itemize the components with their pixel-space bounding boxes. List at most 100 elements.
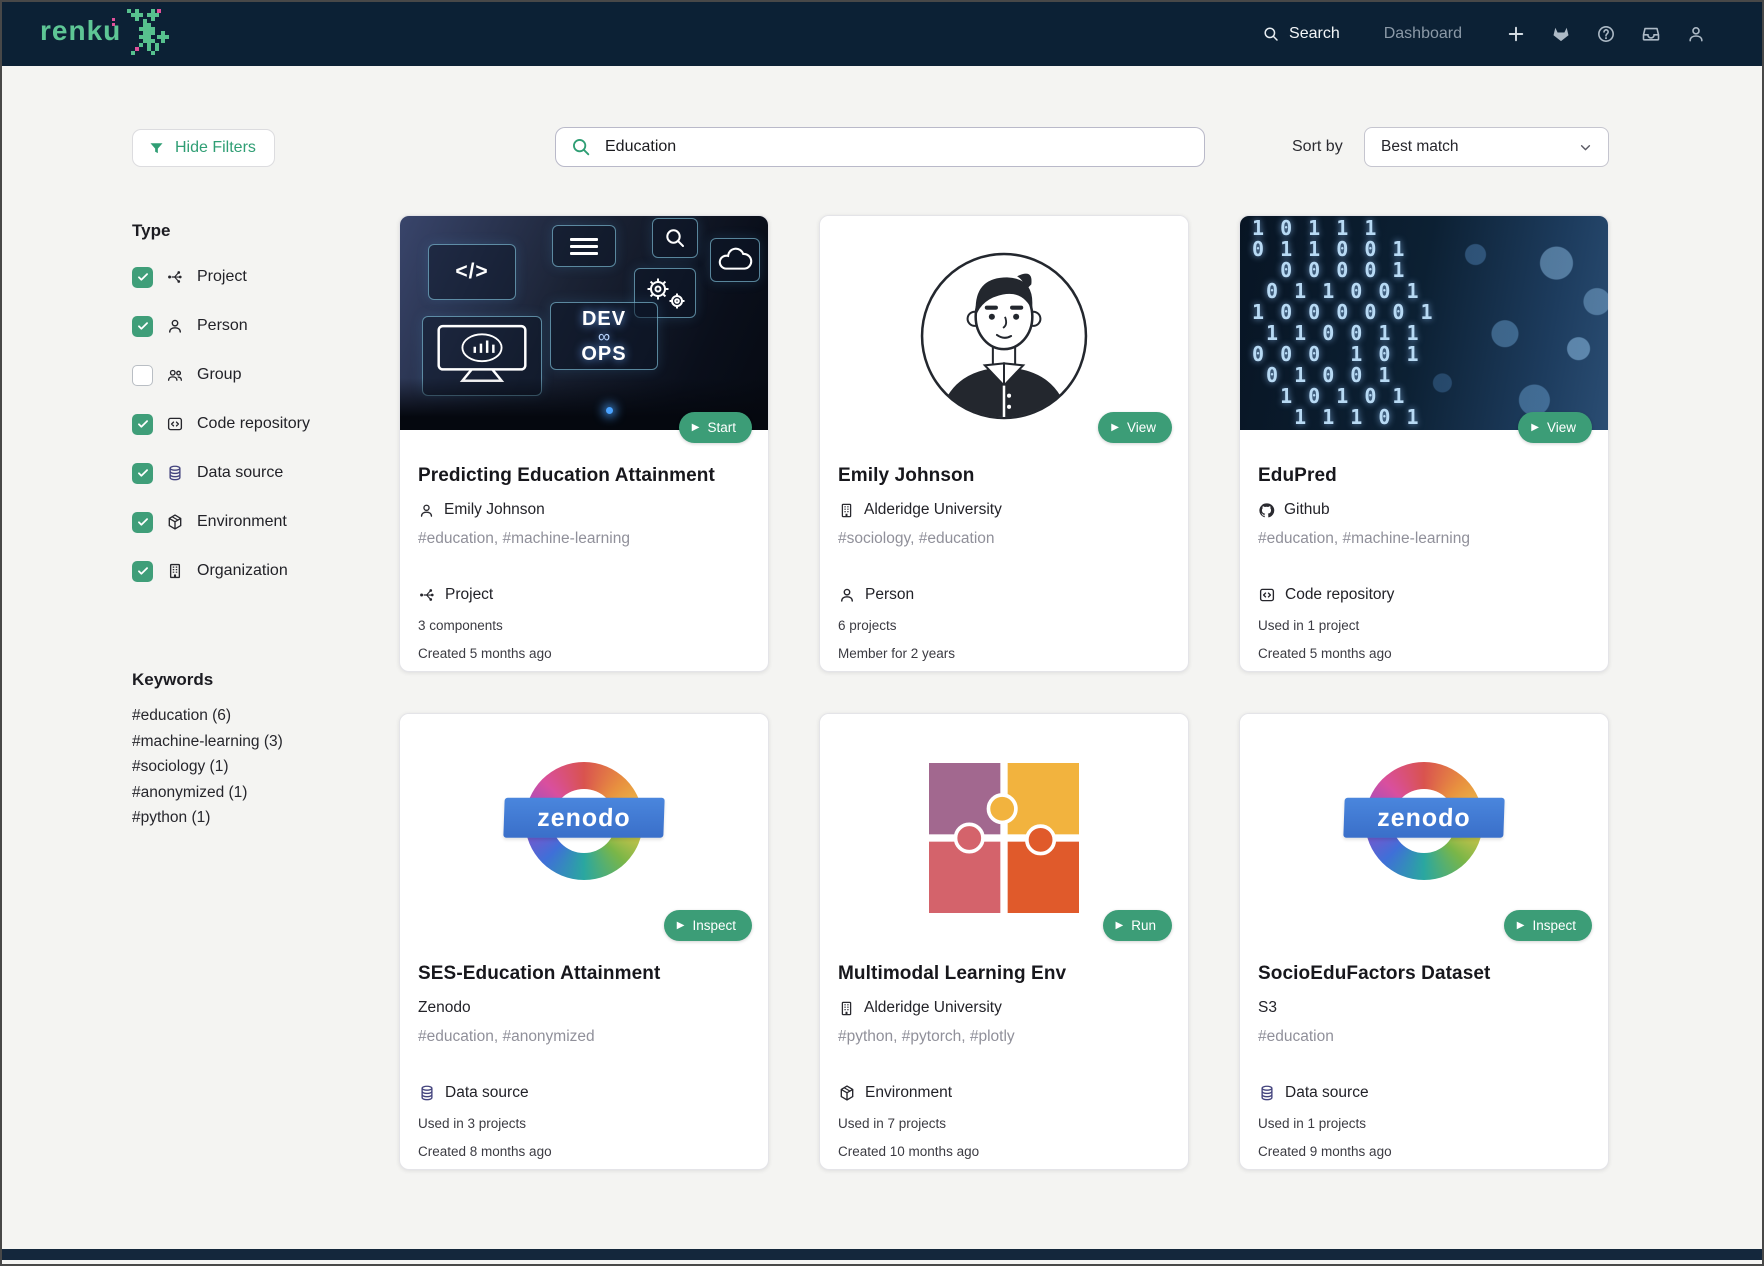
sort-by-label: Sort by	[1292, 138, 1343, 156]
code-repository-checkbox[interactable]	[132, 414, 153, 435]
card-stat-member: Member for 2 years	[838, 646, 1170, 661]
card-type-row: Environment	[838, 1083, 1170, 1103]
project-icon	[418, 586, 436, 604]
card-title: Predicting Education Attainment	[418, 465, 750, 487]
inspect-button[interactable]: ▶ Inspect	[664, 910, 752, 941]
view-button[interactable]: ▶ View	[1518, 412, 1592, 443]
hide-filters-label: Hide Filters	[175, 139, 256, 157]
action-label: Inspect	[1532, 918, 1576, 933]
group-checkbox[interactable]	[132, 365, 153, 386]
building-icon	[838, 502, 855, 519]
person-icon	[418, 502, 435, 519]
card-image-devops-photo: </> DEV ∞	[400, 216, 768, 430]
card-ses-education-attainment[interactable]: zenodo ▶ Inspect SES-Education Attainmen…	[399, 713, 769, 1170]
action-label: Start	[707, 420, 736, 435]
type-label: Project	[197, 268, 247, 286]
check-icon	[136, 466, 150, 480]
user-icon[interactable]	[1686, 24, 1706, 44]
type-label: Data source	[197, 464, 283, 482]
inspect-button[interactable]: ▶ Inspect	[1504, 910, 1592, 941]
plus-icon[interactable]	[1506, 24, 1526, 44]
card-edupred[interactable]: 1 0 1 1 1 0 1 1 0 0 1 0 0 0 0 1 0 1 1 0 …	[1239, 215, 1609, 672]
nav-search-label: Search	[1289, 25, 1340, 43]
keyword-anonymized[interactable]: #anonymized (1)	[132, 780, 384, 806]
card-image-avatar	[820, 216, 1188, 430]
help-icon[interactable]	[1596, 24, 1616, 44]
action-label: View	[1127, 420, 1156, 435]
keyword-education[interactable]: #education (6)	[132, 703, 384, 729]
card-type-label: Data source	[445, 1084, 529, 1102]
card-stat-components: 3 components	[418, 618, 750, 633]
card-stat-used: Used in 7 projects	[838, 1116, 1170, 1131]
environment-checkbox[interactable]	[132, 512, 153, 533]
data-source-checkbox[interactable]	[132, 463, 153, 484]
github-icon	[1258, 502, 1275, 519]
search-icon	[1262, 25, 1280, 43]
card-multimodal-learning-env[interactable]: ▶ Run Multimodal Learning Env Alderidge …	[819, 713, 1189, 1170]
magnifier-icon	[663, 226, 687, 250]
type-filter-data-source[interactable]: Data source	[132, 462, 384, 484]
app-window: renku Search Dashboard Hide Filters T	[0, 0, 1764, 1266]
card-keywords: #education, #machine-learning	[418, 530, 750, 548]
type-label: Group	[197, 366, 241, 384]
keyword-sociology[interactable]: #sociology (1)	[132, 754, 384, 780]
card-body: SES-Education Attainment Zenodo #educati…	[400, 928, 768, 1159]
card-stat-created: Created 5 months ago	[418, 646, 750, 661]
card-subtitle: Alderidge University	[838, 998, 1170, 1018]
keyword-list: #education (6) #machine-learning (3) #so…	[132, 703, 384, 831]
person-checkbox[interactable]	[132, 316, 153, 337]
keyword-python[interactable]: #python (1)	[132, 805, 384, 831]
type-filter-environment[interactable]: Environment	[132, 511, 384, 533]
hide-filters-button[interactable]: Hide Filters	[132, 129, 275, 167]
search-bar	[555, 127, 1205, 167]
card-title: EduPred	[1258, 465, 1590, 487]
type-filter-project[interactable]: Project	[132, 266, 384, 288]
nav-dashboard-link[interactable]: Dashboard	[1384, 25, 1462, 43]
brand-pink-dots	[112, 18, 115, 21]
type-label: Environment	[197, 513, 287, 531]
nav-search-link[interactable]: Search	[1262, 25, 1340, 43]
check-icon	[136, 319, 150, 333]
card-title: Multimodal Learning Env	[838, 963, 1170, 985]
navbar-right: Search Dashboard	[1262, 24, 1706, 44]
action-label: Run	[1131, 918, 1156, 933]
project-checkbox[interactable]	[132, 267, 153, 288]
search-panel	[652, 218, 698, 258]
type-filter-group[interactable]: Group	[132, 364, 384, 386]
organization-checkbox[interactable]	[132, 561, 153, 582]
card-stat-created: Created 9 months ago	[1258, 1144, 1590, 1159]
search-input[interactable]	[605, 138, 1190, 156]
renku-logo[interactable]: renku	[40, 11, 171, 57]
run-button[interactable]: ▶ Run	[1103, 910, 1172, 941]
type-filter-organization[interactable]: Organization	[132, 560, 384, 582]
filters-sidebar: Hide Filters Type Project Person Group	[132, 129, 384, 831]
card-type-label: Project	[445, 586, 493, 604]
card-subtitle: Emily Johnson	[418, 500, 750, 520]
card-keywords: #education, #anonymized	[418, 1028, 750, 1046]
action-label: Inspect	[692, 918, 736, 933]
card-image-binary-photo: 1 0 1 1 1 0 1 1 0 0 1 0 0 0 0 1 0 1 1 0 …	[1240, 216, 1608, 430]
type-filter-person[interactable]: Person	[132, 315, 384, 337]
code-panel: </>	[428, 244, 516, 300]
keyword-machine-learning[interactable]: #machine-learning (3)	[132, 729, 384, 755]
play-icon: ▶	[1116, 921, 1124, 931]
brand-wordmark: renku	[40, 11, 121, 51]
sort-select[interactable]: Best match	[1364, 127, 1609, 167]
card-stat-projects: 6 projects	[838, 618, 1170, 633]
type-filter-code-repository[interactable]: Code repository	[132, 413, 384, 435]
type-heading: Type	[132, 221, 384, 241]
card-stat-used: Used in 3 projects	[418, 1116, 750, 1131]
view-button[interactable]: ▶ View	[1098, 412, 1172, 443]
action-label: View	[1547, 420, 1576, 435]
inbox-icon[interactable]	[1641, 24, 1661, 44]
card-socioedufactors-dataset[interactable]: zenodo ▶ Inspect SocioEduFactors Dataset…	[1239, 713, 1609, 1170]
card-predicting-education-attainment[interactable]: </> DEV ∞	[399, 215, 769, 672]
start-button[interactable]: ▶ Start	[679, 412, 752, 443]
card-type-row: Data source	[418, 1083, 750, 1103]
card-stat-used: Used in 1 projects	[1258, 1116, 1590, 1131]
card-image-puzzle	[820, 714, 1188, 928]
card-keywords: #python, #pytorch, #plotly	[838, 1028, 1170, 1046]
card-emily-johnson[interactable]: ▶ View Emily Johnson Alderidge Universit…	[819, 215, 1189, 672]
gitlab-icon[interactable]	[1551, 24, 1571, 44]
check-icon	[136, 417, 150, 431]
